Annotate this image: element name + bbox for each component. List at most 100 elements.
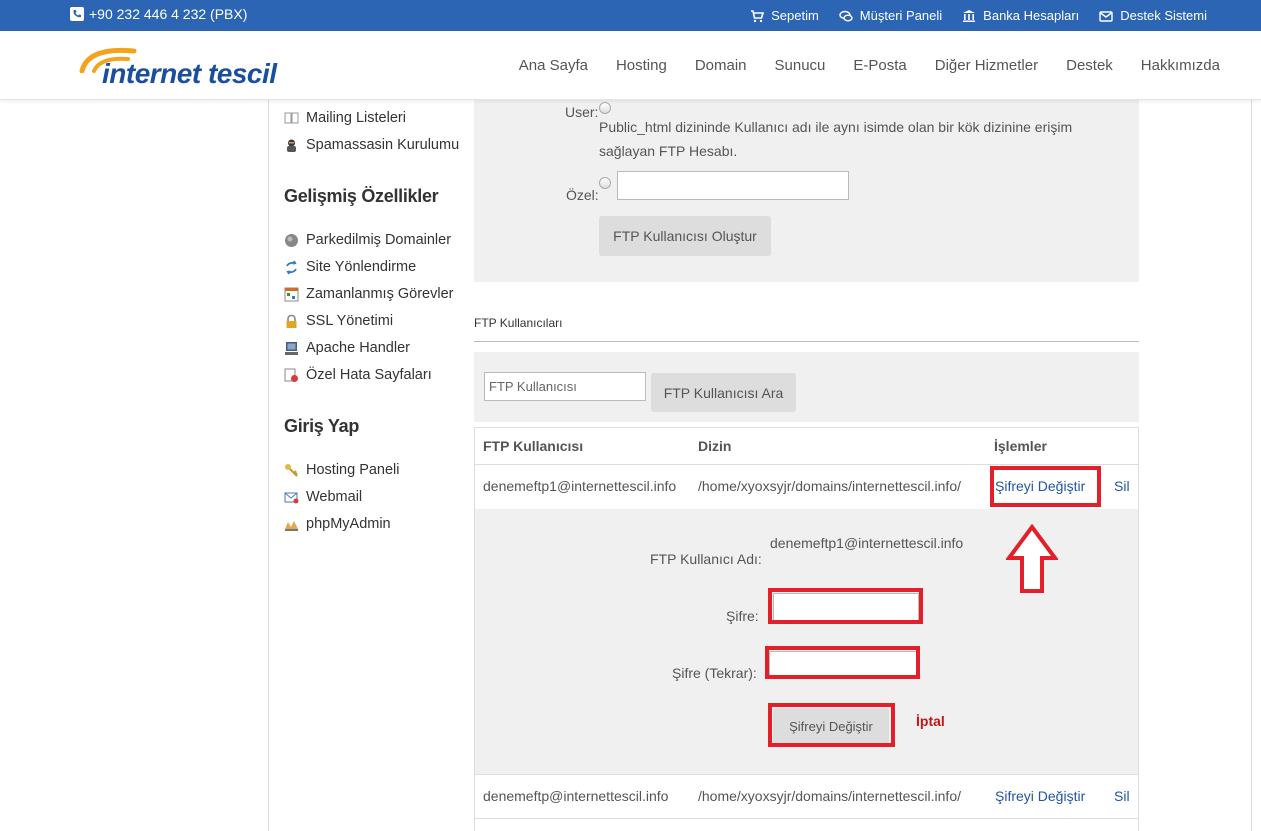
server-icon xyxy=(285,341,298,355)
nav-home[interactable]: Ana Sayfa xyxy=(519,57,588,74)
highlight-password-input xyxy=(768,588,923,624)
key-icon xyxy=(285,463,298,477)
support-system-link[interactable]: Destek Sistemi xyxy=(1099,8,1207,23)
highlight-change-password-link xyxy=(990,466,1101,507)
phpmyadmin-icon xyxy=(285,520,298,531)
ftp-username-label: FTP Kullanıcı Adı: xyxy=(650,551,762,567)
sidebar-item-ssl[interactable]: SSL Yönetimi xyxy=(284,313,393,329)
ftp-username-value: denemeftp1@internettescil.info xyxy=(770,535,964,551)
sidebar-item-error-pages[interactable]: Özel Hata Sayfaları xyxy=(284,367,432,383)
user-option-radio[interactable] xyxy=(599,102,611,114)
row-user: denemeftp1@internettescil.info xyxy=(483,478,677,494)
row-divider xyxy=(475,774,1138,775)
nav-hosting[interactable]: Hosting xyxy=(616,57,667,74)
sidebar-item-label: Webmail xyxy=(306,489,363,505)
custom-username-input[interactable] xyxy=(617,171,849,200)
column-header-actions: İşlemler xyxy=(994,438,1047,454)
sidebar-item-cron-jobs[interactable]: Zamanlanmış Görevler xyxy=(284,286,453,302)
cart-label: Sepetim xyxy=(771,8,819,23)
sidebar-item-label: phpMyAdmin xyxy=(306,516,391,532)
column-header-directory: Dizin xyxy=(698,438,732,454)
up-arrow-icon xyxy=(1006,524,1058,593)
sidebar-item-apache-handler[interactable]: Apache Handler xyxy=(284,340,410,356)
sidebar-item-label: Hosting Paneli xyxy=(306,462,400,478)
row-directory: /home/xyoxsyjr/domains/internettescil.in… xyxy=(698,788,961,804)
sidebar-item-label: Site Yönlendirme xyxy=(306,259,417,275)
advanced-features-heading: Gelişmiş Özellikler xyxy=(284,186,439,206)
customer-panel-label: Müşteri Paneli xyxy=(859,8,943,23)
chat-icon xyxy=(839,10,853,21)
search-panel: FTP Kullanıcısı FTP Kullanıcısı Ara xyxy=(474,352,1139,422)
row-user: denemeftp@internettescil.info xyxy=(483,788,669,804)
cart-link[interactable]: Sepetim xyxy=(750,8,819,23)
mailing-list-icon xyxy=(284,112,299,123)
sidebar-item-phpmyadmin[interactable]: phpMyAdmin xyxy=(284,516,391,532)
user-option-description-line2: sağlayan FTP Hesabı. xyxy=(599,143,738,159)
section-divider xyxy=(474,341,1139,342)
highlight-submit-button xyxy=(768,703,895,747)
content-left-border xyxy=(268,100,269,831)
user-option-description-line1: Public_html dizininde Kullanıcı adı ile … xyxy=(599,119,1073,135)
webmail-icon xyxy=(284,492,299,503)
change-password-link[interactable]: Şifreyi Değiştir xyxy=(995,788,1085,804)
ftp-users-section-title: FTP Kullanıcıları xyxy=(474,316,563,330)
logo-text: internet tescil xyxy=(102,58,277,89)
ftp-user-search-button[interactable]: FTP Kullanıcısı Ara xyxy=(651,373,796,412)
password-label: Şifre: xyxy=(726,608,759,624)
error-page-icon xyxy=(284,368,298,382)
row-divider xyxy=(475,464,1138,465)
sidebar-item-label: Spamassasin Kurulumu xyxy=(306,137,460,153)
user-option-label: User: xyxy=(565,104,599,120)
sidebar-item-spamassassin[interactable]: Spamassasin Kurulumu xyxy=(284,137,459,153)
delete-link[interactable]: Sil xyxy=(1114,788,1130,804)
custom-option-radio[interactable] xyxy=(599,177,611,189)
sidebar-item-parked-domains[interactable]: Parkedilmiş Domainler xyxy=(284,232,451,248)
top-bar: +90 232 446 4 232 (PBX) Sepetim Müşteri … xyxy=(0,0,1261,31)
phone-number[interactable]: +90 232 446 4 232 (PBX) xyxy=(70,6,247,22)
parked-domain-icon xyxy=(285,233,298,247)
sidebar-item-label: SSL Yönetimi xyxy=(306,313,394,329)
content-right-border xyxy=(1251,100,1252,831)
envelope-icon xyxy=(1099,10,1113,22)
phone-text: +90 232 446 4 232 (PBX) xyxy=(89,6,248,22)
nav-domain[interactable]: Domain xyxy=(695,57,747,74)
support-system-label: Destek Sistemi xyxy=(1120,8,1207,23)
login-heading: Giriş Yap xyxy=(284,416,360,436)
create-ftp-user-button[interactable]: FTP Kullanıcısı Oluştur xyxy=(599,216,771,256)
sidebar-item-hosting-panel[interactable]: Hosting Paneli xyxy=(284,462,400,478)
logo[interactable]: internet tescil xyxy=(78,43,318,91)
delete-link[interactable]: Sil xyxy=(1114,478,1130,494)
sidebar-item-mailing-lists[interactable]: Mailing Listeleri xyxy=(284,110,406,126)
main-nav: Ana Sayfa Hosting Domain Sunucu E-Posta … xyxy=(519,57,1220,74)
redirect-icon xyxy=(286,260,297,274)
customer-panel-link[interactable]: Müşteri Paneli xyxy=(839,8,942,23)
sidebar-item-label: Mailing Listeleri xyxy=(306,110,406,126)
bank-icon xyxy=(963,9,976,22)
site-header: internet tescil Ana Sayfa Hosting Domain… xyxy=(0,31,1261,100)
row-directory: /home/xyoxsyjr/domains/internettescil.in… xyxy=(698,478,961,494)
ftp-user-search-input[interactable]: FTP Kullanıcısı xyxy=(484,372,646,401)
sidebar-item-label: Özel Hata Sayfaları xyxy=(306,367,432,383)
sidebar-item-label: Zamanlanmış Görevler xyxy=(306,286,454,302)
spam-icon xyxy=(287,139,296,152)
custom-option-label: Özel: xyxy=(566,187,599,203)
bank-accounts-label: Banka Hesapları xyxy=(983,8,1080,23)
nav-server[interactable]: Sunucu xyxy=(775,57,826,74)
cart-icon xyxy=(751,9,765,22)
nav-about[interactable]: Hakkımızda xyxy=(1141,57,1220,74)
nav-support[interactable]: Destek xyxy=(1066,57,1113,74)
bank-accounts-link[interactable]: Banka Hesapları xyxy=(962,8,1079,23)
highlight-password-repeat-input xyxy=(765,646,920,679)
sidebar-item-webmail[interactable]: Webmail xyxy=(284,489,362,505)
nav-other-services[interactable]: Diğer Hizmetler xyxy=(935,57,1038,74)
password-repeat-label: Şifre (Tekrar): xyxy=(672,665,757,681)
calendar-icon xyxy=(284,287,299,301)
column-header-user: FTP Kullanıcısı xyxy=(483,438,584,454)
cancel-link[interactable]: İptal xyxy=(916,713,945,729)
sidebar-item-site-redirect[interactable]: Site Yönlendirme xyxy=(284,259,416,275)
nav-email[interactable]: E-Posta xyxy=(853,57,906,74)
row-divider xyxy=(475,818,1138,819)
sidebar-item-label: Parkedilmiş Domainler xyxy=(306,232,452,248)
lock-icon xyxy=(286,314,297,328)
phone-icon xyxy=(70,7,84,21)
